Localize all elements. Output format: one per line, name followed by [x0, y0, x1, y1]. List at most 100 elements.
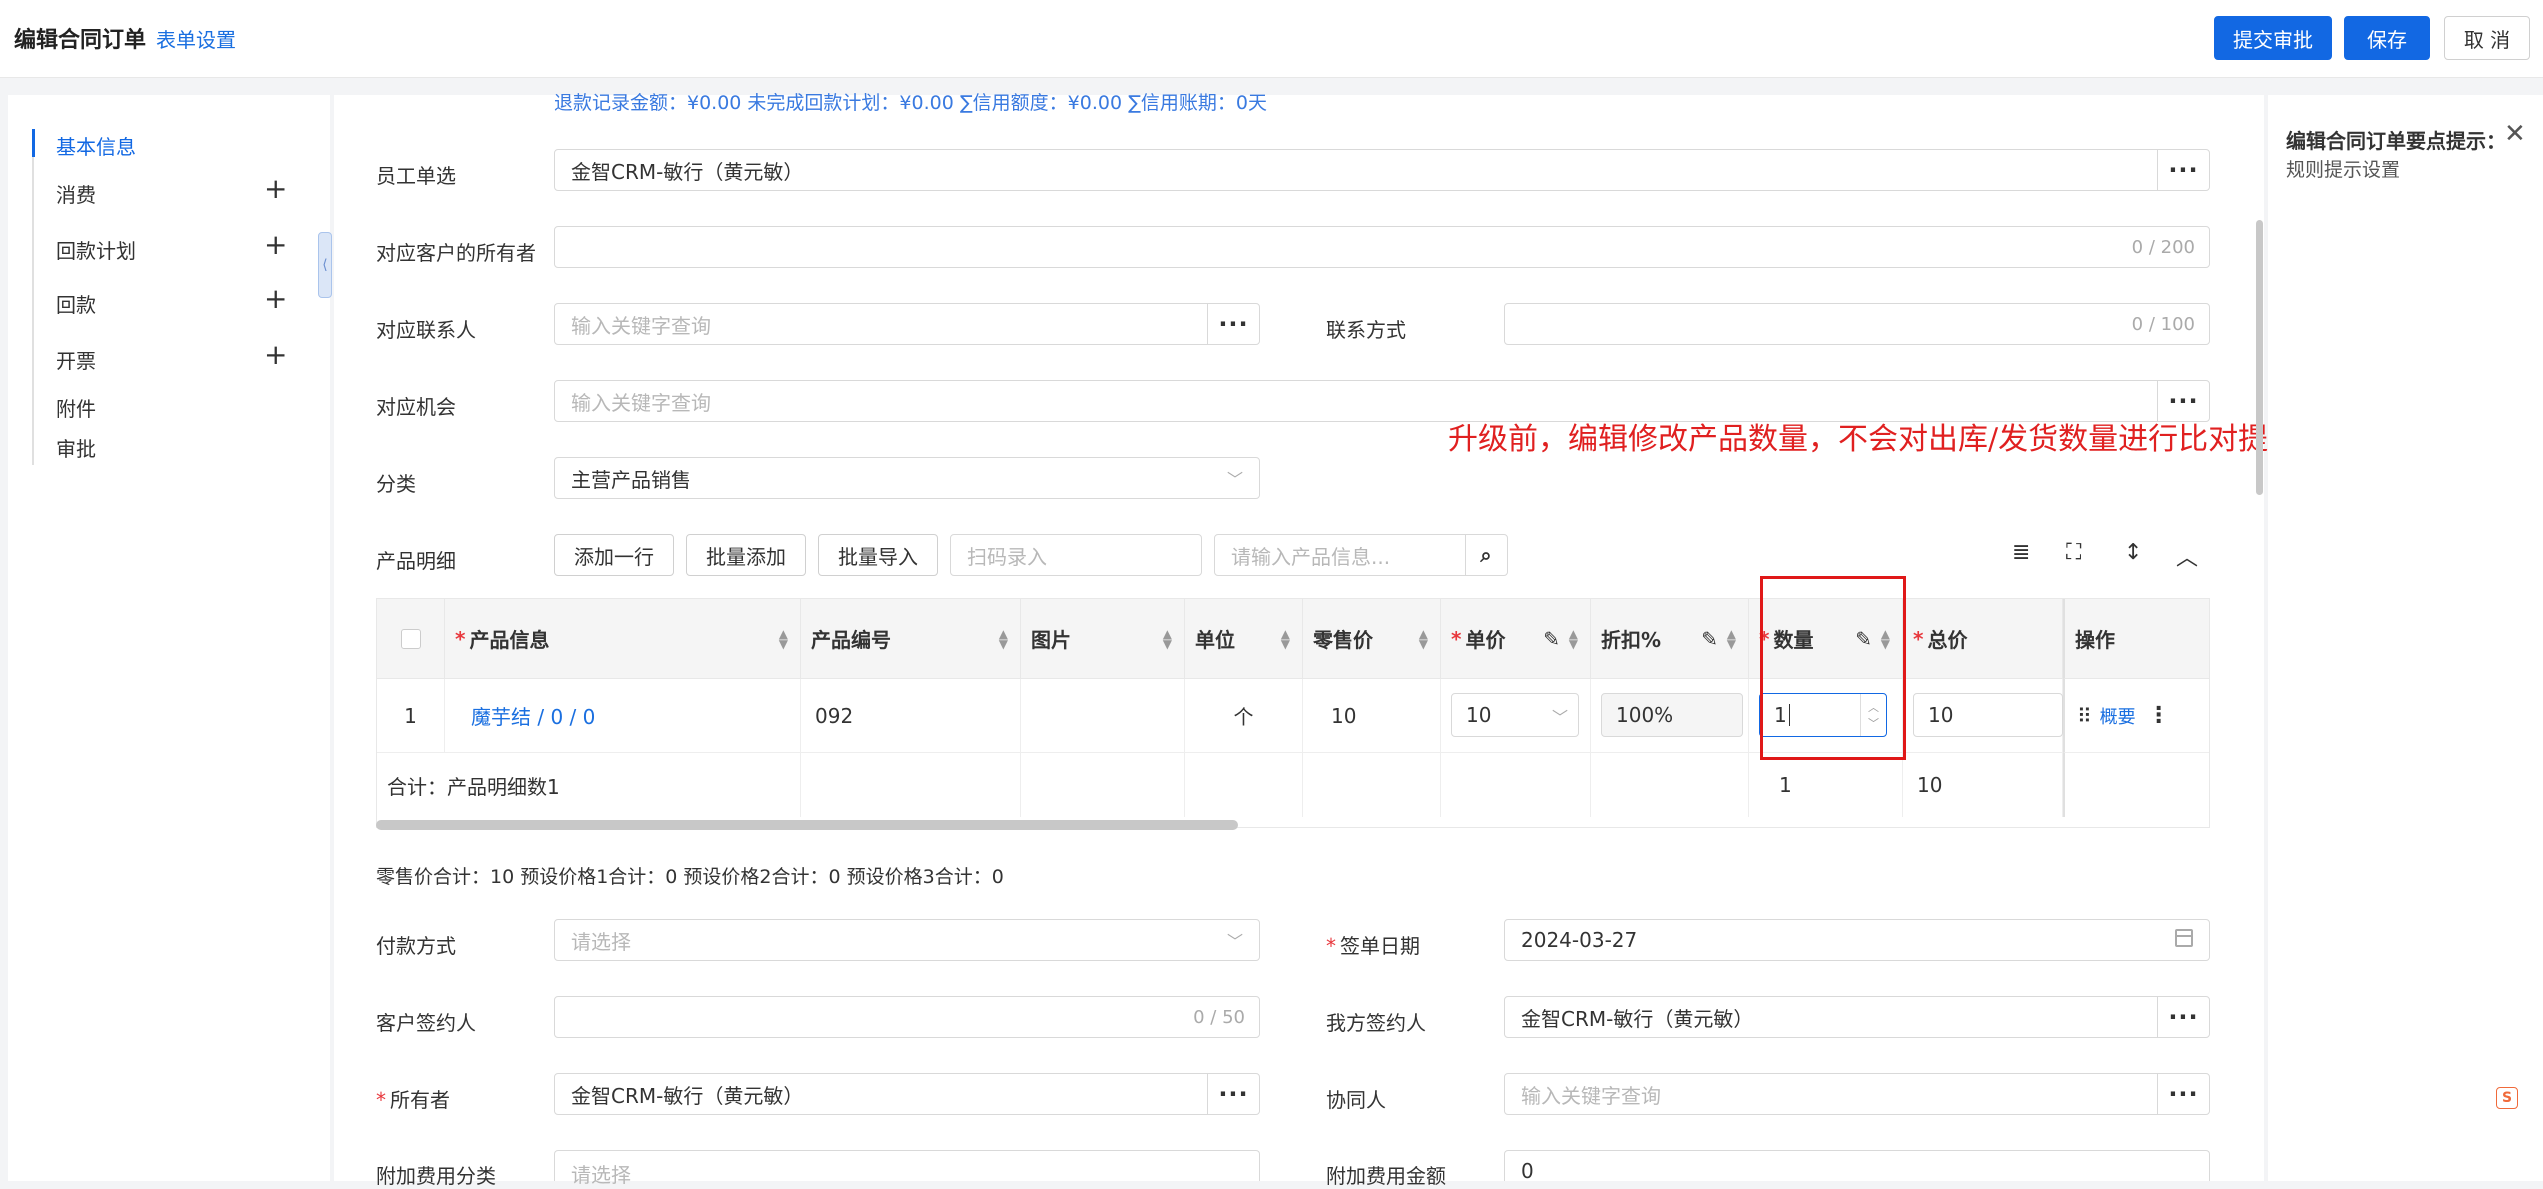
scan-input[interactable]: 扫码录入 [950, 534, 1202, 576]
row-index: 1 [377, 679, 445, 753]
nav-item-consumption[interactable]: 消费 [56, 179, 96, 208]
column-header-unit[interactable]: 单位 ▲ ▼ [1185, 599, 1303, 679]
employee-field[interactable]: 金智CRM-敏行（黄元敏） ··· [554, 149, 2210, 191]
total-input[interactable]: 10 [1913, 693, 2063, 737]
select-all-checkbox[interactable] [401, 628, 421, 649]
drag-handle-icon[interactable]: ⠿ [2077, 704, 2092, 728]
nav-item-payment[interactable]: 回款 [56, 289, 96, 318]
collapse-nav-toggle-icon[interactable]: ⟨ [318, 232, 332, 298]
form-vertical-scrollbar[interactable] [2256, 220, 2263, 495]
sort-icon[interactable]: ▲ ▼ [1569, 628, 1578, 650]
column-header-discount[interactable]: 折扣% ✎ ▲ ▼ [1591, 599, 1749, 679]
batch-import-button[interactable]: 批量导入 [818, 534, 938, 576]
our-signer-more-icon[interactable]: ··· [2157, 997, 2209, 1037]
our-signer-label: 我方签约人 [1326, 1011, 1426, 1035]
opportunity-label: 对应机会 [376, 395, 456, 419]
contact-picker-more-icon[interactable]: ··· [1207, 304, 1259, 344]
customer-owner-input[interactable]: 0 / 200 [554, 226, 2210, 268]
add-payment-icon[interactable]: + [264, 285, 287, 313]
collapse-up-icon[interactable]: ︿ [2176, 540, 2198, 572]
save-button[interactable]: 保存 [2344, 16, 2430, 60]
add-payment-plan-icon[interactable]: + [264, 231, 287, 259]
sign-date-input[interactable]: 2024-03-27 [1504, 919, 2210, 961]
category-label: 分类 [376, 472, 416, 496]
extra-fee-category-placeholder: 请选择 [571, 1163, 631, 1187]
collaborator-input[interactable]: 输入关键字查询 ··· [1504, 1073, 2210, 1115]
add-consumption-icon[interactable]: + [264, 175, 287, 203]
discount-input[interactable]: 100% [1601, 693, 1743, 737]
batch-add-button[interactable]: 批量添加 [686, 534, 806, 576]
footer-empty-cell [1185, 753, 1303, 817]
nav-item-approval[interactable]: 审批 [56, 433, 96, 462]
product-link[interactable]: 魔芋结 / 0 / 0 [445, 679, 801, 753]
add-invoice-icon[interactable]: + [264, 341, 287, 369]
sort-icon[interactable]: ▲ ▼ [1281, 628, 1290, 650]
table-horizontal-scrollbar[interactable] [376, 820, 1238, 830]
nav-item-invoice[interactable]: 开票 [56, 345, 96, 374]
our-signer-value: 金智CRM-敏行（黄元敏） [1521, 1006, 1754, 1031]
edit-pen-icon[interactable]: ✎ [1701, 627, 1718, 651]
product-search-input[interactable]: 请输入产品信息... ⌕ [1214, 534, 1508, 576]
contact-method-input[interactable]: 0 / 100 [1504, 303, 2210, 345]
collaborator-more-icon[interactable]: ··· [2157, 1074, 2209, 1114]
customer-signer-label: 客户签约人 [376, 1011, 476, 1035]
sort-icon[interactable]: ▲ ▼ [999, 628, 1008, 650]
expand-vertical-icon[interactable]: ↕ [2124, 540, 2142, 565]
nav-item-attachment[interactable]: 附件 [56, 393, 96, 422]
add-row-button[interactable]: 添加一行 [554, 534, 674, 576]
footer-empty-cell [1303, 753, 1441, 817]
summary-link[interactable]: 概要 [2100, 703, 2136, 729]
customer-signer-input[interactable]: 0 / 50 [554, 996, 1260, 1038]
footer-empty-cell [1441, 753, 1591, 817]
footer-empty-cell [2063, 753, 2209, 817]
scan-placeholder: 扫码录入 [967, 544, 1047, 569]
our-signer-field[interactable]: 金智CRM-敏行（黄元敏） ··· [1504, 996, 2210, 1038]
search-icon[interactable]: ⌕ [1465, 535, 1507, 575]
sort-icon[interactable]: ▲ ▼ [1419, 628, 1428, 650]
tips-rule-settings-link[interactable]: 规则提示设置 [2286, 155, 2400, 182]
payment-method-select[interactable]: 请选择 ﹀ [554, 919, 1260, 961]
column-header-retail[interactable]: 零售价 ▲ ▼ [1303, 599, 1441, 679]
discount-cell: 100% [1591, 679, 1749, 753]
product-image-cell [1021, 679, 1185, 753]
sort-icon[interactable]: ▲ ▼ [1727, 628, 1736, 650]
table-footer-label: 合计：产品明细数1 [377, 753, 801, 817]
employee-picker-more-icon[interactable]: ··· [2157, 150, 2209, 190]
sort-icon[interactable]: ▲ ▼ [779, 628, 788, 650]
payment-method-label: 付款方式 [376, 934, 456, 958]
contact-label: 对应联系人 [376, 318, 476, 342]
more-vertical-icon[interactable]: ⋮ [2148, 703, 2170, 728]
owner-more-icon[interactable]: ··· [1207, 1074, 1259, 1114]
contact-input[interactable]: 输入关键字查询 ··· [554, 303, 1260, 345]
cancel-button[interactable]: 取 消 [2444, 16, 2530, 60]
sort-icon[interactable]: ▲ ▼ [1163, 628, 1172, 650]
close-icon[interactable]: ✕ [2504, 119, 2526, 149]
column-header-product[interactable]: * 产品信息 ▲ ▼ [445, 599, 801, 679]
footer-empty-cell [1021, 753, 1185, 817]
annotation-text: 升级前，编辑修改产品数量，不会对出库/发货数量进行比对提醒 [1448, 422, 2299, 457]
row-height-icon[interactable]: ≣ [2012, 540, 2030, 565]
product-code-cell: 092 [801, 679, 1021, 753]
edit-pen-icon[interactable]: ✎ [1543, 627, 1560, 651]
unit-price-select[interactable]: 10 ﹀ [1451, 693, 1579, 737]
extra-fee-category-select[interactable]: 请选择 [554, 1150, 1260, 1187]
input-method-icon[interactable]: S [2496, 1087, 2518, 1109]
calendar-icon[interactable] [2175, 929, 2193, 947]
owner-field[interactable]: 金智CRM-敏行（黄元敏） ··· [554, 1073, 1260, 1115]
footer-empty-cell [1591, 753, 1749, 817]
nav-item-basic-info[interactable]: 基本信息 [56, 131, 136, 160]
form-settings-link[interactable]: 表单设置 [156, 24, 236, 53]
annotation-highlight-box [1760, 576, 1906, 760]
fullscreen-icon[interactable]: ⛶ [2066, 540, 2081, 565]
category-select[interactable]: 主营产品销售 ﹀ [554, 457, 1260, 499]
employee-label: 员工单选 [376, 164, 456, 188]
footer-amount-total: 10 [1903, 753, 2063, 817]
column-header-total[interactable]: * 总价 [1903, 599, 2063, 679]
submit-approval-button[interactable]: 提交审批 [2214, 16, 2332, 60]
column-header-code[interactable]: 产品编号 ▲ ▼ [801, 599, 1021, 679]
product-search-placeholder: 请输入产品信息... [1231, 544, 1391, 569]
nav-item-payment-plan[interactable]: 回款计划 [56, 235, 136, 264]
extra-fee-amount-input[interactable]: 0 [1504, 1150, 2210, 1183]
column-header-price[interactable]: * 单价 ✎ ▲ ▼ [1441, 599, 1591, 679]
column-header-image[interactable]: 图片 ▲ ▼ [1021, 599, 1185, 679]
